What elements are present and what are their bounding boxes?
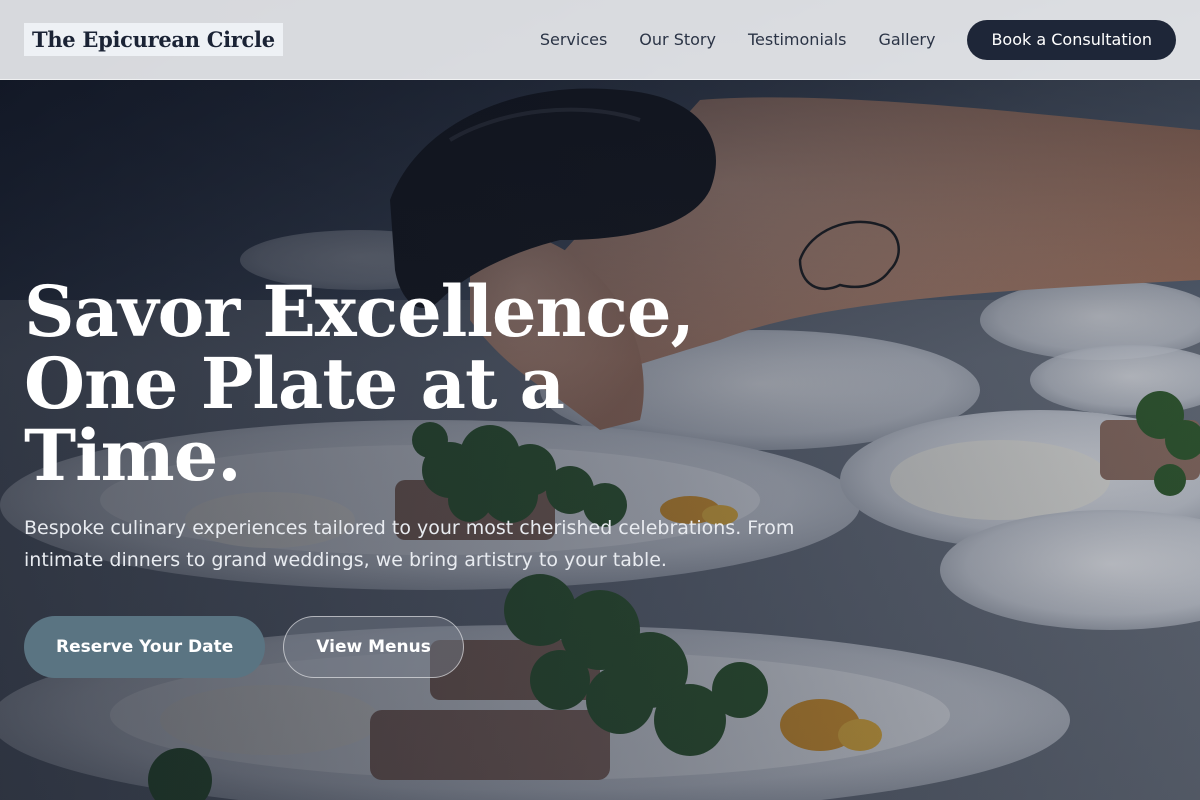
- nav-link-our-story[interactable]: Our Story: [639, 30, 716, 49]
- hero-actions: Reserve Your Date View Menus: [24, 616, 824, 678]
- nav-link-gallery[interactable]: Gallery: [878, 30, 935, 49]
- hero-subtitle: Bespoke culinary experiences tailored to…: [24, 517, 795, 571]
- book-consultation-button[interactable]: Book a Consultation: [967, 19, 1176, 60]
- hero-content: Savor Excellence, One Plate at a Time. B…: [24, 276, 824, 678]
- reserve-date-button[interactable]: Reserve Your Date: [24, 616, 266, 678]
- hero-title: Savor Excellence, One Plate at a Time.: [24, 270, 695, 497]
- top-navbar: The Epicurean Circle Services Our Story …: [0, 0, 1200, 80]
- nav-links: Services Our Story Testimonials Gallery …: [508, 19, 1176, 60]
- view-menus-button[interactable]: View Menus: [283, 616, 464, 678]
- nav-link-testimonials[interactable]: Testimonials: [748, 30, 847, 49]
- nav-link-services[interactable]: Services: [540, 30, 607, 49]
- brand-logo[interactable]: The Epicurean Circle: [24, 23, 283, 56]
